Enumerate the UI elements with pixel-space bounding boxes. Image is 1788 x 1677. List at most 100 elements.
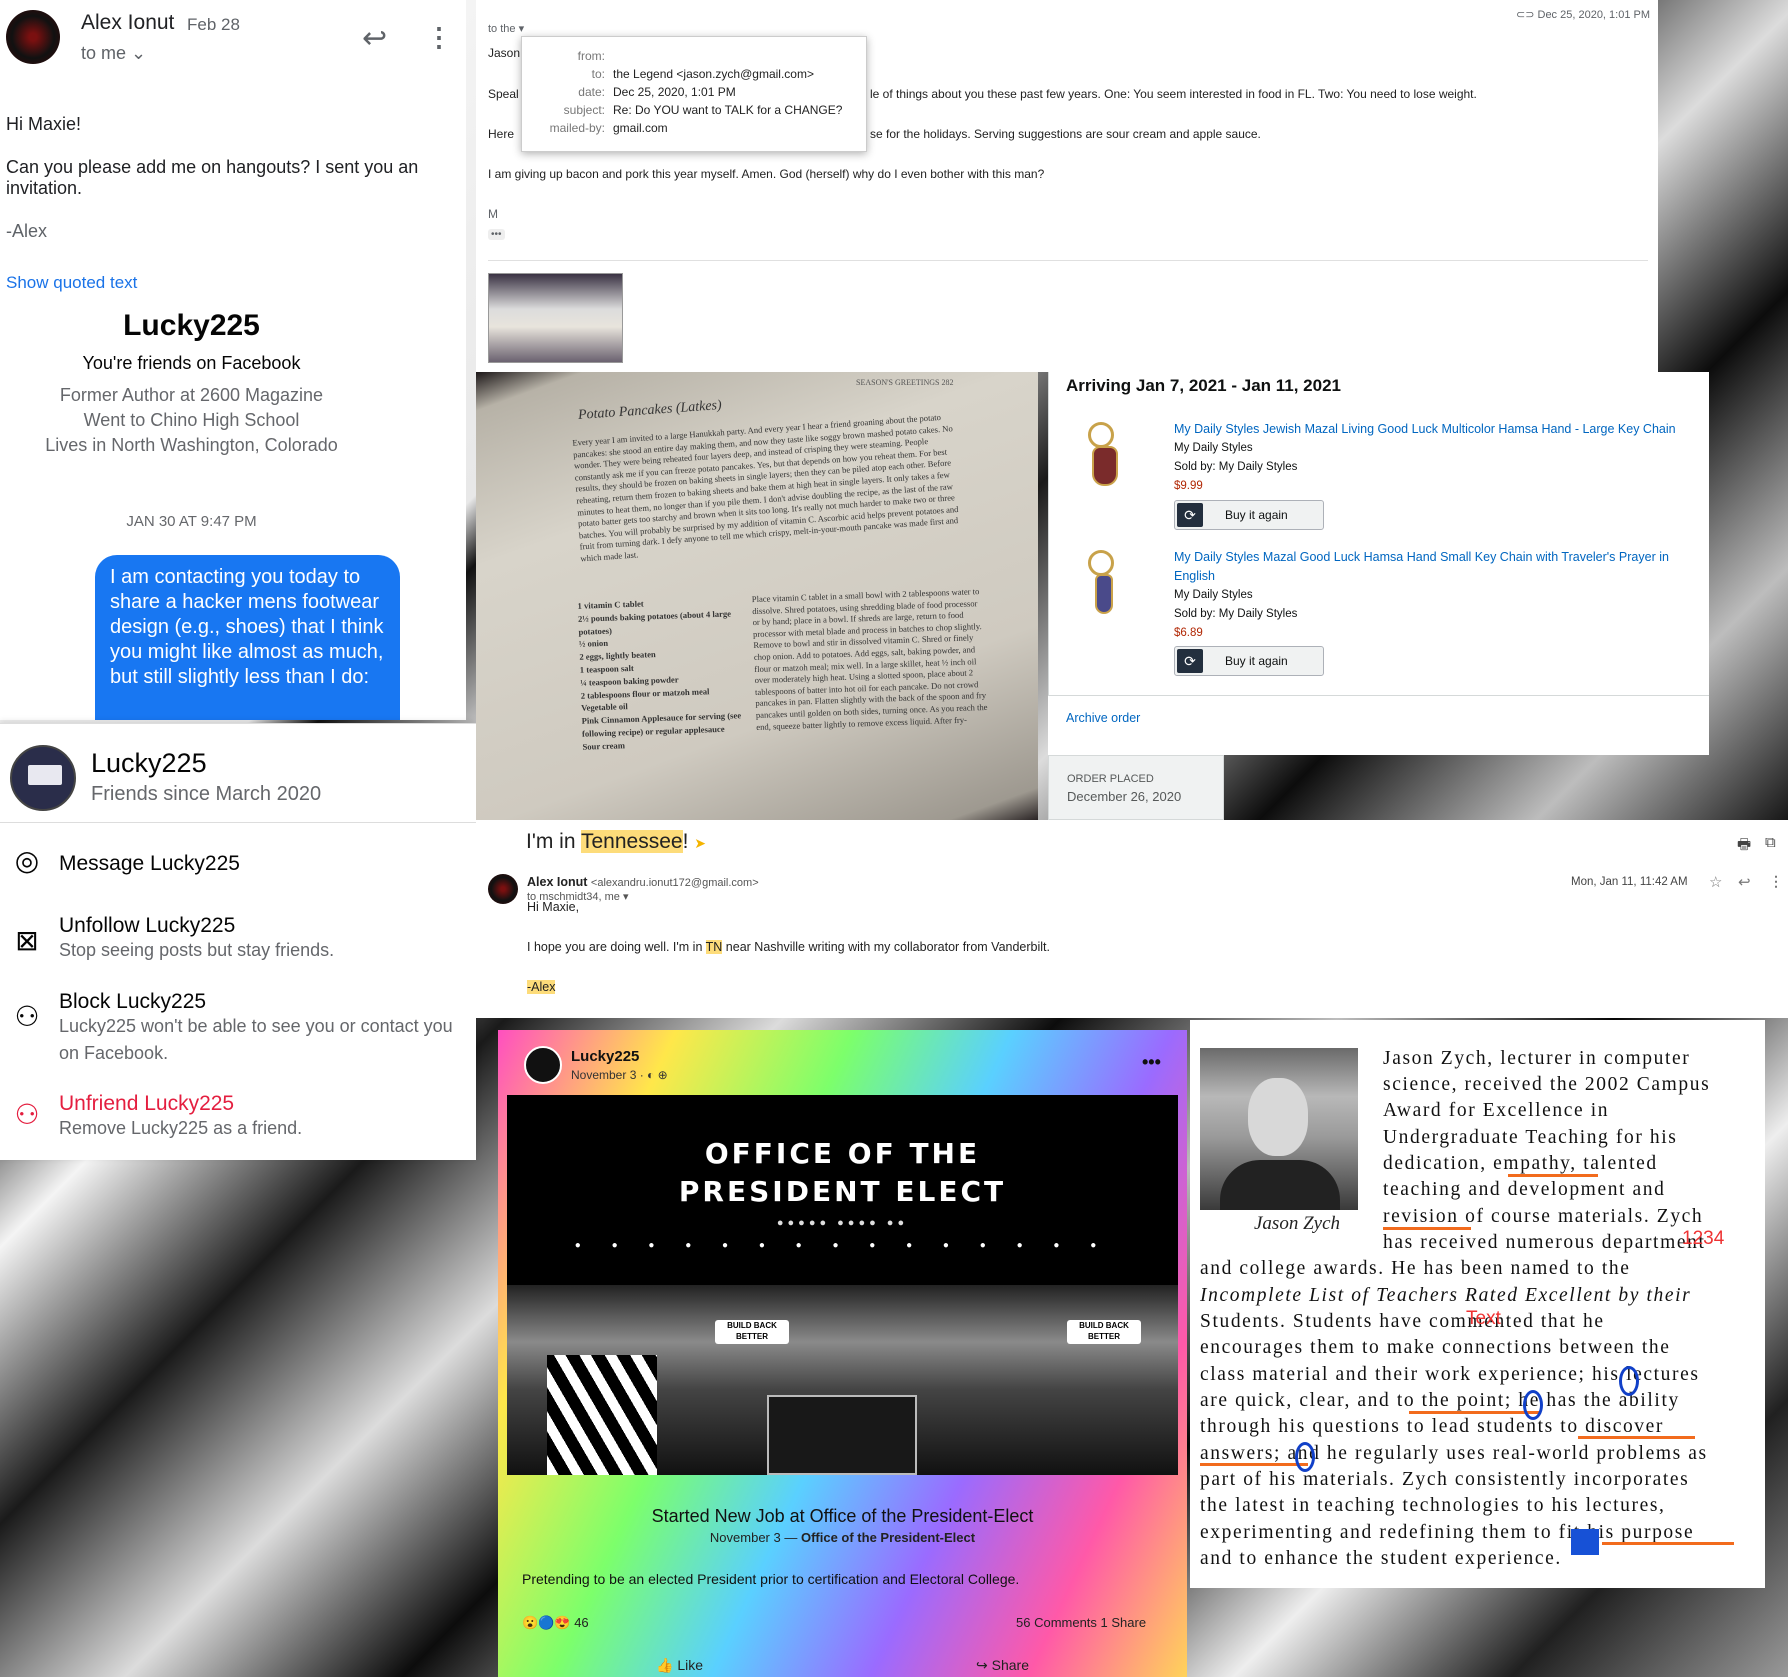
show-trimmed-icon[interactable]: ••• <box>488 229 505 240</box>
like-label: Like <box>677 1657 704 1673</box>
gmail-tennessee-panel: I'm in Tennessee! ➤ 🖶 ⧉ Alex Ionut <alex… <box>476 820 1788 1018</box>
bio-line: through his questions to lead students t… <box>1200 1416 1665 1437</box>
bio-line: and college awards. He has been named to… <box>1200 1258 1631 1279</box>
underline-annotation <box>1578 1436 1695 1439</box>
post-date: November 3 · ◐ ⊕ <box>571 1068 668 1082</box>
reactions-summary[interactable]: 😮🔵😍 46 <box>522 1615 589 1631</box>
block-user-icon: ⚇ <box>14 1001 40 1032</box>
reaction-count: 46 <box>574 1615 589 1630</box>
recipe-title: Potato Pancakes (Latkes) <box>577 398 723 424</box>
sender-avatar[interactable] <box>6 10 60 64</box>
order-placed-box: ORDER PLACED December 26, 2020 <box>1048 755 1224 820</box>
message-menu-item[interactable]: ◎ Message Lucky225 <box>0 844 476 894</box>
bio-line: answers; and he regularly uses real-worl… <box>1200 1443 1708 1464</box>
bio-clipping: Jason Zych Jason Zych, lecturer in compu… <box>1190 1020 1765 1588</box>
buy-again-button-2[interactable]: ⟳ Buy it again <box>1174 646 1324 676</box>
unfriend-menu-item[interactable]: ⚇ Unfriend Lucky225 Remove Lucky225 as a… <box>0 1092 476 1152</box>
photo-podium <box>767 1395 917 1475</box>
attachment-thumbnail[interactable] <box>488 273 623 363</box>
bio-line: the latest in teaching technologies to h… <box>1200 1495 1666 1516</box>
messenger-icon: ◎ <box>14 845 40 876</box>
popup-date-value: Dec 25, 2020, 1:01 PM <box>613 85 736 99</box>
portrait-caption: Jason Zych <box>1254 1213 1341 1234</box>
star-icon[interactable]: ☆ <box>1709 873 1722 891</box>
fb-info-location: Lives in North Washington, Colorado <box>45 435 338 455</box>
unfriend-description: Remove Lucky225 as a friend. <box>59 1118 303 1138</box>
sender-line: Alex Ionut <alexandru.ionut172@gmail.com… <box>527 875 759 889</box>
popup-date-label: date: <box>578 85 605 99</box>
importance-marker-icon[interactable]: ➤ <box>694 835 706 851</box>
fb-friends-status: You're friends on Facebook <box>82 353 301 373</box>
product-title-2[interactable]: My Daily Styles Mazal Good Luck Hamsa Ha… <box>1174 548 1704 586</box>
show-quoted-text-link[interactable]: Show quoted text <box>6 273 137 293</box>
reply-icon[interactable]: ↩ <box>362 24 387 54</box>
amazon-order-panel: Arriving Jan 7, 2021 - Jan 11, 2021 My D… <box>1048 372 1709 755</box>
chat-timestamp: JAN 30 AT 9:47 PM <box>126 513 257 530</box>
email-signature: -Alex <box>527 980 556 994</box>
body-line-1-start: Speal <box>488 87 519 101</box>
post-photo[interactable]: OFFICE OF THE PRESIDENT ELECT ●●●●● ●●●● … <box>507 1095 1178 1475</box>
product-brand-1: My Daily Styles <box>1174 442 1253 454</box>
archive-order-link[interactable]: Archive order <box>1066 711 1140 725</box>
post-more-icon[interactable]: ••• <box>1142 1052 1161 1073</box>
post-author-name[interactable]: Lucky225 <box>571 1048 639 1065</box>
bio-line: has received numerous department <box>1383 1232 1706 1253</box>
attachment-icon: ⊂⊃ <box>1516 9 1535 21</box>
unfollow-label: Unfollow Lucky225 <box>59 914 236 937</box>
open-new-window-icon[interactable]: ⧉ <box>1765 834 1776 851</box>
post-caption: Pretending to be an elected President pr… <box>522 1571 1020 1587</box>
product-price-2: $6.89 <box>1174 627 1203 639</box>
book-header: SEASON'S GREETINGS 282 <box>856 378 954 387</box>
order-placed-label: ORDER PLACED <box>1067 773 1154 785</box>
buy-again-button-1[interactable]: ⟳ Buy it again <box>1174 500 1324 530</box>
product-image-1[interactable] <box>1078 422 1130 502</box>
reorder-icon: ⟳ <box>1177 649 1203 673</box>
unfollow-description: Stop seeing posts but stay friends. <box>59 940 335 960</box>
block-description: Lucky225 won't be able to see you or con… <box>59 1016 453 1063</box>
more-options-icon[interactable]: ⋮ <box>426 24 452 50</box>
photo-lights: ● ● ● ● ● ● ● ● ● ● ● ● ● ● ● <box>574 1240 1111 1251</box>
recipient-toggle[interactable]: to me ⌄ <box>81 43 146 64</box>
photo-banner-left: BUILD BACK BETTER <box>715 1320 789 1344</box>
product-image-2[interactable] <box>1078 550 1130 630</box>
block-label: Block Lucky225 <box>59 990 207 1013</box>
unfollow-menu-item[interactable]: ⊠ Unfollow Lucky225 Stop seeing posts bu… <box>0 914 476 974</box>
unfriend-icon: ⚇ <box>14 1099 40 1130</box>
cookbook-photo: SEASON'S GREETINGS 282 Potato Pancakes (… <box>476 372 1038 820</box>
job-title: Started New Job at Office of the Preside… <box>651 1506 1034 1526</box>
bio-line: Incomplete List of Teachers Rated Excell… <box>1200 1285 1692 1306</box>
body-line-1-end: le of things about you these past few ye… <box>870 87 1477 101</box>
sender-name: Alex Ionut <box>81 11 175 34</box>
underline-annotation <box>1200 1463 1308 1466</box>
fb-info-work: Former Author at 2600 Magazine <box>59 385 324 405</box>
block-menu-item[interactable]: ⚇ Block Lucky225 Lucky225 won't be able … <box>0 990 476 1070</box>
number-annotation: 1234 <box>1682 1228 1725 1249</box>
post-author-avatar[interactable] <box>524 1046 562 1084</box>
bio-line: experimenting and redefining them to fit… <box>1200 1522 1695 1543</box>
share-label: Share <box>991 1657 1029 1673</box>
product-title-1[interactable]: My Daily Styles Jewish Mazal Living Good… <box>1174 420 1704 439</box>
post-stats[interactable]: 56 Comments 1 Share <box>1016 1615 1146 1630</box>
unfollow-icon: ⊠ <box>15 925 39 956</box>
like-button[interactable]: 👍 Like <box>656 1657 703 1674</box>
reply-icon[interactable]: ↩ <box>1738 873 1751 891</box>
underline-annotation <box>1409 1411 1539 1414</box>
email-signature: -Alex <box>6 221 48 241</box>
email-date: Mon, Jan 11, 11:42 AM <box>1571 876 1688 888</box>
bio-line: Award for Excellence in <box>1383 1100 1610 1121</box>
share-button[interactable]: ↪ Share <box>976 1657 1029 1674</box>
to-line[interactable]: to the ▾ <box>488 22 524 35</box>
popup-mailedby-label: mailed-by: <box>549 121 605 135</box>
bio-line: dedication, empathy, talented <box>1383 1153 1658 1174</box>
divider <box>488 260 1648 261</box>
gmail-desktop-panel: to the ▾ Jason ⊂⊃ Dec 25, 2020, 1:01 PM … <box>476 0 1658 372</box>
underline-annotation <box>1383 1227 1471 1230</box>
thumbs-up-icon: 👍 <box>656 1657 674 1673</box>
more-options-icon[interactable]: ⋮ <box>1769 873 1783 890</box>
sender-avatar[interactable] <box>488 874 518 904</box>
fb-friends-since: Friends since March 2020 <box>91 783 322 805</box>
email-subject: I'm in Tennessee! ➤ <box>526 830 706 853</box>
print-icon[interactable]: 🖶 <box>1737 834 1751 859</box>
chevron-down-icon: ⌄ <box>131 43 147 63</box>
order-placed-date: December 26, 2020 <box>1067 789 1182 804</box>
